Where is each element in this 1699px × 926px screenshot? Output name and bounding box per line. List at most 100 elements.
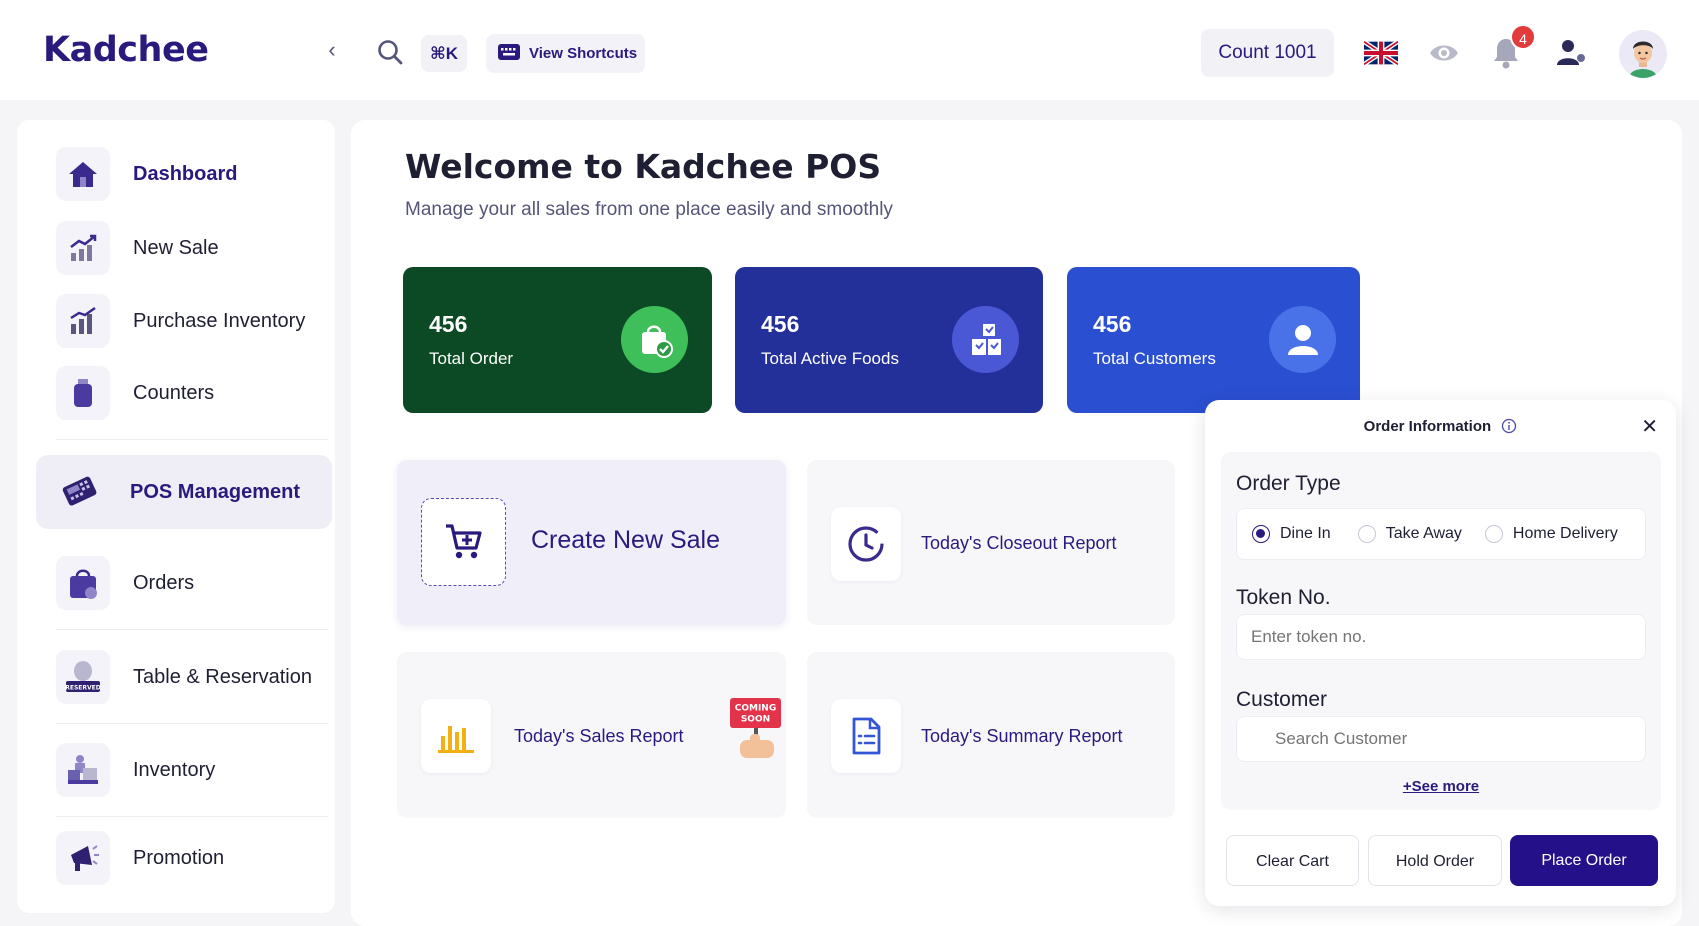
search-shortcut-badge[interactable]: ⌘K bbox=[421, 35, 467, 72]
create-new-sale-card[interactable]: Create New Sale bbox=[397, 460, 786, 625]
stat-card-total-active-foods[interactable]: 456 Total Active Foods bbox=[735, 267, 1043, 413]
bottle-icon bbox=[56, 366, 110, 420]
counter-selector[interactable]: Count 1001 bbox=[1201, 29, 1334, 77]
customer-heading: Customer bbox=[1236, 688, 1328, 711]
eye-icon[interactable] bbox=[1428, 41, 1460, 65]
sales-report-label: Today's Sales Report bbox=[514, 726, 684, 746]
radio-home-delivery[interactable]: Home Delivery bbox=[1484, 525, 1618, 543]
sidebar-item-inventory[interactable]: Inventory bbox=[39, 735, 329, 805]
sidebar-item-purchase-inventory[interactable]: Purchase Inventory bbox=[39, 286, 329, 356]
token-input[interactable] bbox=[1236, 614, 1646, 660]
closeout-report-label: Today's Closeout Report bbox=[921, 533, 1117, 553]
order-panel-title: Order Information bbox=[1205, 418, 1676, 438]
user-avatar[interactable] bbox=[1619, 30, 1667, 78]
shopping-bag-check-icon bbox=[621, 306, 688, 373]
sidebar-item-promotion[interactable]: Promotion bbox=[39, 823, 329, 893]
collapse-sidebar-chevron-icon[interactable]: ‹ bbox=[320, 38, 344, 62]
user-settings-icon[interactable] bbox=[1555, 38, 1587, 68]
stat-card-total-customers[interactable]: 456 Total Customers bbox=[1067, 267, 1360, 413]
close-icon[interactable]: ✕ bbox=[1641, 414, 1658, 439]
radio-dine-in[interactable]: Dine In bbox=[1252, 525, 1331, 543]
info-icon[interactable] bbox=[1501, 418, 1517, 438]
stat-card-total-order[interactable]: 456 Total Order bbox=[403, 267, 712, 413]
sidebar-divider bbox=[56, 629, 328, 630]
stat-label: Total Order bbox=[429, 349, 514, 368]
radio-label: Take Away bbox=[1385, 525, 1462, 542]
boxes-icon bbox=[56, 743, 110, 797]
place-order-button[interactable]: Place Order bbox=[1510, 835, 1658, 886]
coming-soon-sign-icon: COMING SOON bbox=[728, 698, 784, 762]
chart-bars-icon bbox=[56, 294, 110, 348]
uk-flag-icon[interactable] bbox=[1362, 39, 1400, 67]
order-panel-title-text: Order Information bbox=[1363, 418, 1492, 435]
clear-cart-button[interactable]: Clear Cart bbox=[1226, 835, 1359, 886]
megaphone-icon bbox=[56, 831, 110, 885]
sidebar-item-label: POS Management bbox=[130, 480, 301, 503]
coming-soon-line2: SOON bbox=[741, 715, 770, 725]
clock-icon bbox=[831, 507, 901, 581]
radio-dot bbox=[1252, 525, 1270, 543]
order-form: Order Type Dine In Take Away Home Delive… bbox=[1221, 452, 1661, 810]
sidebar-item-label: Purchase Inventory bbox=[133, 309, 306, 332]
sidebar-item-label: Table & Reservation bbox=[133, 665, 312, 688]
view-shortcuts-button[interactable]: View Shortcuts bbox=[486, 34, 645, 73]
coming-soon-line1: COMING bbox=[735, 704, 776, 714]
sidebar-item-dashboard[interactable]: Dashboard bbox=[39, 139, 329, 209]
order-type-heading: Order Type bbox=[1236, 472, 1341, 495]
hold-order-button[interactable]: Hold Order bbox=[1368, 835, 1502, 886]
keyboard-icon bbox=[497, 43, 521, 65]
sales-report-card[interactable]: Today's Sales Report COMING SOON bbox=[397, 652, 786, 818]
page-title: Welcome to Kadchee POS bbox=[405, 147, 882, 186]
sidebar-item-label: Orders bbox=[133, 571, 195, 594]
notification-count-badge: 4 bbox=[1510, 24, 1536, 50]
sidebar-item-table-reservation[interactable]: RESERVED Table & Reservation bbox=[39, 642, 329, 712]
sidebar-item-label: Counters bbox=[133, 381, 215, 404]
customer-search-input[interactable] bbox=[1236, 716, 1646, 762]
home-icon bbox=[56, 147, 110, 201]
see-more-link[interactable]: +See more bbox=[1221, 778, 1661, 795]
closeout-report-card[interactable]: Today's Closeout Report bbox=[807, 460, 1175, 625]
customer-search-field[interactable] bbox=[1236, 716, 1646, 762]
radio-label: Dine In bbox=[1280, 525, 1331, 542]
stat-value: 456 bbox=[429, 311, 468, 337]
sidebar-item-label: New Sale bbox=[133, 236, 219, 259]
svg-text:RESERVED: RESERVED bbox=[65, 685, 101, 692]
sidebar-item-new-sale[interactable]: New Sale bbox=[39, 213, 329, 283]
sidebar-item-label: Inventory bbox=[133, 758, 216, 781]
radio-label: Home Delivery bbox=[1512, 525, 1618, 542]
search-icon[interactable] bbox=[376, 38, 404, 66]
page-subtitle: Manage your all sales from one place eas… bbox=[405, 199, 893, 220]
stat-value: 456 bbox=[761, 311, 800, 337]
pos-terminal-icon bbox=[53, 465, 107, 519]
token-heading: Token No. bbox=[1236, 586, 1331, 609]
order-information-panel: Order Information ✕ Order Type Dine In T… bbox=[1205, 400, 1676, 906]
bar-chart-icon bbox=[421, 699, 491, 773]
boxes-icon bbox=[952, 306, 1019, 373]
sidebar-item-pos-management[interactable]: POS Management bbox=[36, 455, 332, 529]
stat-label: Total Active Foods bbox=[761, 349, 899, 368]
reserved-icon: RESERVED bbox=[56, 650, 110, 704]
radio-dot bbox=[1484, 525, 1503, 543]
chart-up-icon bbox=[56, 221, 110, 275]
radio-take-away[interactable]: Take Away bbox=[1357, 525, 1462, 543]
cart-add-icon bbox=[421, 498, 506, 586]
shopping-bag-icon bbox=[56, 556, 110, 610]
app-logo[interactable]: Kadchee bbox=[43, 30, 209, 70]
sidebar-item-label: Promotion bbox=[133, 846, 225, 869]
top-header: Kadchee ‹ ⌘K View Shortcuts Count 1001 4 bbox=[0, 0, 1699, 100]
stat-value: 456 bbox=[1093, 311, 1132, 337]
order-type-radio-group: Dine In Take Away Home Delivery bbox=[1236, 508, 1646, 560]
sidebar-divider bbox=[56, 439, 328, 440]
create-new-sale-label: Create New Sale bbox=[531, 526, 720, 554]
sidebar-divider bbox=[56, 816, 328, 817]
sidebar-item-label: Dashboard bbox=[133, 162, 238, 185]
summary-report-card[interactable]: Today's Summary Report bbox=[807, 652, 1175, 818]
sidebar-item-orders[interactable]: Orders bbox=[39, 548, 329, 618]
radio-dot bbox=[1357, 525, 1376, 543]
view-shortcuts-label: View Shortcuts bbox=[529, 45, 638, 62]
summary-report-label: Today's Summary Report bbox=[921, 726, 1123, 746]
sidebar-item-counters[interactable]: Counters bbox=[39, 358, 329, 428]
stat-label: Total Customers bbox=[1093, 349, 1216, 368]
user-icon bbox=[1269, 306, 1336, 373]
document-icon bbox=[831, 699, 901, 773]
